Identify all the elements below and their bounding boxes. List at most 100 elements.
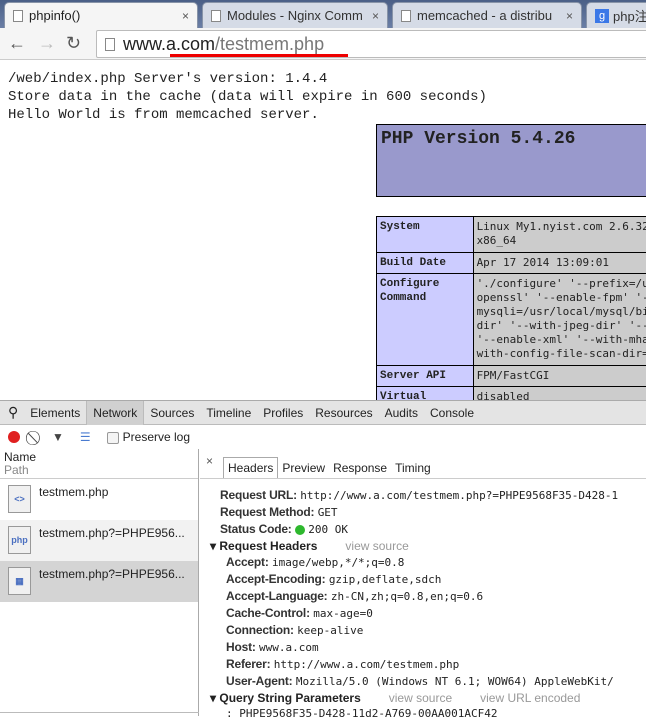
filter-icon[interactable]: ▼: [52, 430, 64, 444]
checkbox[interactable]: [107, 432, 119, 444]
row-key: Server API: [377, 366, 474, 387]
header-row: Referer: http://www.a.com/testmem.php: [226, 656, 646, 673]
tab-timeline[interactable]: Timeline: [200, 406, 257, 420]
table-row: Server APIFPM/FastCGI: [377, 366, 646, 387]
header-key: Accept-Encoding:: [226, 572, 325, 586]
tab-headers[interactable]: Headers: [223, 457, 278, 478]
back-icon[interactable]: ←: [8, 33, 26, 54]
devtools-tabs: ⚲ Elements Network Sources Timeline Prof…: [0, 401, 646, 425]
view-source-link[interactable]: view source: [389, 691, 452, 705]
request-item[interactable]: ▦testmem.php?=PHPE956...: [0, 561, 198, 602]
header-key: Host:: [226, 640, 256, 654]
request-method: Request Method: GET: [220, 504, 646, 521]
header-key: Accept-Language:: [226, 589, 327, 603]
page-icon: [211, 10, 221, 22]
tab-preview[interactable]: Preview: [278, 458, 329, 478]
view-url-encoded-link[interactable]: view URL encoded: [480, 691, 580, 705]
tab-elements[interactable]: Elements: [24, 406, 86, 420]
query-string-section[interactable]: ▾ Query String Parametersview sourceview…: [210, 690, 646, 706]
header-row: Host: www.a.com: [226, 639, 646, 656]
tab-memcached[interactable]: memcached - a distribu×: [392, 2, 582, 28]
preserve-log-checkbox[interactable]: Preserve log: [107, 430, 190, 444]
search-icon[interactable]: ⚲: [0, 404, 24, 421]
row-value: './configure' '--prefix=/usr openssl' '-…: [473, 274, 646, 366]
close-icon[interactable]: ×: [372, 9, 379, 23]
row-key: Build Date: [377, 253, 474, 274]
record-icon[interactable]: [8, 431, 20, 443]
php-logo-icon: php: [8, 526, 31, 554]
tab-network[interactable]: Network: [86, 401, 144, 425]
close-icon[interactable]: ×: [206, 454, 213, 468]
tab-phpinfo[interactable]: phpinfo()×: [4, 2, 198, 28]
row-key: System: [377, 217, 474, 253]
image-file-icon: ▦: [8, 567, 31, 595]
header-value: zh-CN,zh;q=0.8,en;q=0.6: [331, 590, 483, 603]
header-row: Accept: image/webp,*/*;q=0.8: [226, 554, 646, 571]
header-row: User-Agent: Mozilla/5.0 (Windows NT 6.1;…: [226, 673, 646, 690]
red-underline-annotation: [170, 54, 348, 57]
page-output: /web/index.php Server's version: 1.4.4St…: [8, 70, 487, 124]
tab-resources[interactable]: Resources: [309, 406, 378, 420]
header-key: Connection:: [226, 623, 294, 637]
close-icon[interactable]: ×: [566, 9, 573, 23]
forward-icon[interactable]: →: [38, 33, 56, 54]
tab-nginx-modules[interactable]: Modules - Nginx Comm×: [202, 2, 388, 28]
headers-content: Request URL: http://www.a.com/testmem.ph…: [200, 479, 646, 722]
list-view-icon[interactable]: ☰: [80, 430, 91, 444]
table-row: Configure Command'./configure' '--prefix…: [377, 274, 646, 366]
header-value: gzip,deflate,sdch: [329, 573, 442, 586]
query-param: : PHPE9568F35-D428-11d2-A769-00AA001ACF4…: [220, 706, 646, 722]
tab-php-search[interactable]: gphp注: [586, 2, 646, 28]
header-key: Accept:: [226, 555, 269, 569]
request-headers-list: Accept: image/webp,*/*;q=0.8Accept-Encod…: [220, 554, 646, 690]
devtools-panel: ⚲ Elements Network Sources Timeline Prof…: [0, 400, 646, 715]
output-line: /web/index.php Server's version: 1.4.4: [8, 70, 487, 88]
table-row: SystemLinux My1.nyist.com 2.6.32-4 x86_6…: [377, 217, 646, 253]
row-value: FPM/FastCGI: [473, 366, 646, 387]
header-row: Accept-Encoding: gzip,deflate,sdch: [226, 571, 646, 588]
tab-profiles[interactable]: Profiles: [257, 406, 309, 420]
page-icon: [401, 10, 411, 22]
header-row: Accept-Language: zh-CN,zh;q=0.8,en;q=0.6: [226, 588, 646, 605]
tab-timing[interactable]: Timing: [391, 458, 435, 478]
header-value: www.a.com: [259, 641, 319, 654]
name-column-header[interactable]: NamePath: [0, 449, 198, 479]
status-ok-icon: [295, 525, 305, 535]
request-list: NamePath <>testmem.php phptestmem.php?=P…: [0, 449, 199, 716]
header-row: Cache-Control: max-age=0: [226, 605, 646, 622]
header-value: image/webp,*/*;q=0.8: [272, 556, 404, 569]
php-version-header: PHP Version 5.4.26: [376, 124, 646, 197]
header-value: Mozilla/5.0 (Windows NT 6.1; WOW64) Appl…: [296, 675, 614, 688]
tab-sources[interactable]: Sources: [144, 406, 200, 420]
table-row: Build DateApr 17 2014 13:09:01: [377, 253, 646, 274]
header-key: Referer:: [226, 657, 270, 671]
request-url: Request URL: http://www.a.com/testmem.ph…: [220, 487, 646, 504]
header-key: User-Agent:: [226, 674, 292, 688]
request-details: × Headers Preview Response Timing Reques…: [200, 449, 646, 716]
request-item[interactable]: phptestmem.php?=PHPE956...: [0, 520, 198, 561]
row-key: Configure Command: [377, 274, 474, 366]
page-icon: [13, 10, 23, 22]
tab-audits[interactable]: Audits: [379, 406, 424, 420]
google-icon: g: [595, 9, 609, 23]
request-item[interactable]: <>testmem.php: [0, 479, 198, 520]
reload-icon[interactable]: ↻: [66, 33, 81, 54]
tab-response[interactable]: Response: [329, 458, 391, 478]
header-value: max-age=0: [313, 607, 373, 620]
header-value: keep-alive: [297, 624, 363, 637]
output-line: Store data in the cache (data will expir…: [8, 88, 487, 106]
phpinfo-table: SystemLinux My1.nyist.com 2.6.32-4 x86_6…: [376, 216, 646, 408]
close-icon[interactable]: ×: [182, 9, 189, 23]
request-headers-section[interactable]: ▾ Request Headersview source: [210, 538, 646, 554]
tab-strip: phpinfo()× Modules - Nginx Comm× memcach…: [0, 0, 646, 28]
tab-console[interactable]: Console: [424, 406, 480, 420]
network-toolbar: ⃠ ▼ ☰ Preserve log: [0, 425, 646, 449]
output-line: Hello World is from memcached server.: [8, 106, 487, 124]
status-bar: [0, 712, 199, 716]
detail-tabs: × Headers Preview Response Timing: [200, 449, 646, 479]
row-value: Apr 17 2014 13:09:01: [473, 253, 646, 274]
page-icon: [105, 38, 115, 51]
html-file-icon: <>: [8, 485, 31, 513]
view-source-link[interactable]: view source: [345, 539, 408, 553]
header-key: Cache-Control:: [226, 606, 310, 620]
